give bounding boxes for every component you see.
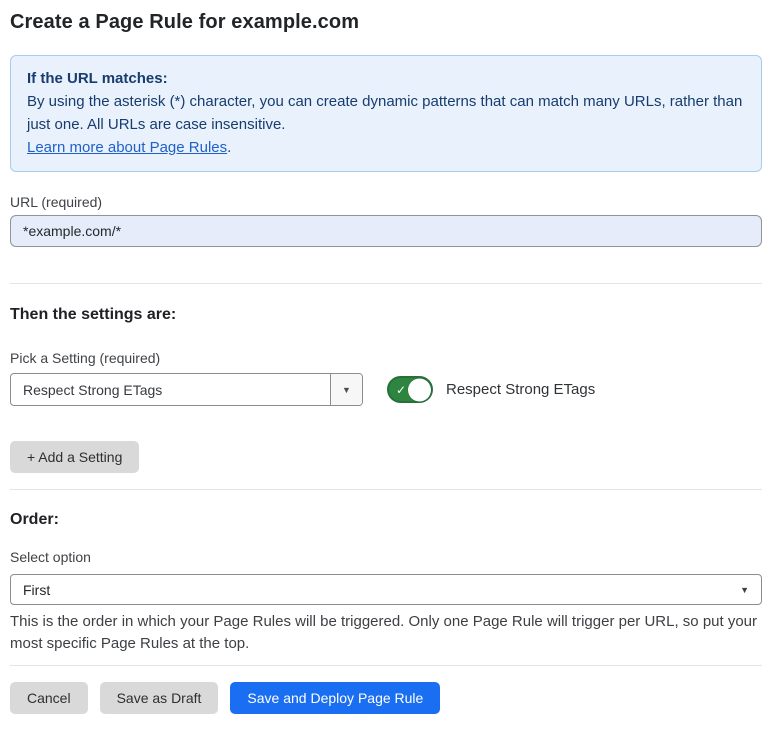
dropdown-arrow-icon[interactable]: ▼ [330,374,362,405]
chevron-down-icon: ▼ [740,585,749,595]
info-box-body: By using the asterisk (*) character, you… [27,90,745,136]
save-draft-button[interactable]: Save as Draft [100,682,219,714]
learn-more-link[interactable]: Learn more about Page Rules [27,139,227,156]
divider-settings-order [10,489,762,490]
setting-row: Respect Strong ETags ▼ ✓ Respect Strong … [10,373,762,406]
page-title: Create a Page Rule for example.com [10,10,762,34]
toggle-label: Respect Strong ETags [446,381,595,398]
url-field-label: URL (required) [10,193,762,211]
save-deploy-button[interactable]: Save and Deploy Page Rule [230,682,440,714]
order-select-label: Select option [10,548,762,566]
toggle-knob [408,378,431,401]
divider-url-settings [10,283,762,284]
order-select[interactable]: First ▼ [10,574,762,605]
footer-buttons: Cancel Save as Draft Save and Deploy Pag… [10,682,762,714]
etags-toggle[interactable]: ✓ [387,376,433,403]
divider-footer [10,665,762,666]
url-input[interactable] [10,215,762,247]
link-suffix: . [227,139,231,156]
info-box-heading: If the URL matches: [27,67,745,90]
order-help-text: This is the order in which your Page Rul… [10,611,762,655]
info-box-link-line: Learn more about Page Rules. [27,136,745,159]
url-match-info-box: If the URL matches: By using the asteris… [10,55,762,172]
pick-setting-label: Pick a Setting (required) [10,349,762,367]
order-select-value: First [23,582,50,598]
check-icon: ✓ [396,384,406,396]
order-section-heading: Order: [10,510,762,530]
setting-select-value: Respect Strong ETags [11,374,330,405]
cancel-button[interactable]: Cancel [10,682,88,714]
create-page-rule-form: Create a Page Rule for example.com If th… [0,0,769,730]
settings-section-heading: Then the settings are: [10,305,762,325]
add-setting-button[interactable]: + Add a Setting [10,441,139,473]
setting-select[interactable]: Respect Strong ETags ▼ [10,373,363,406]
